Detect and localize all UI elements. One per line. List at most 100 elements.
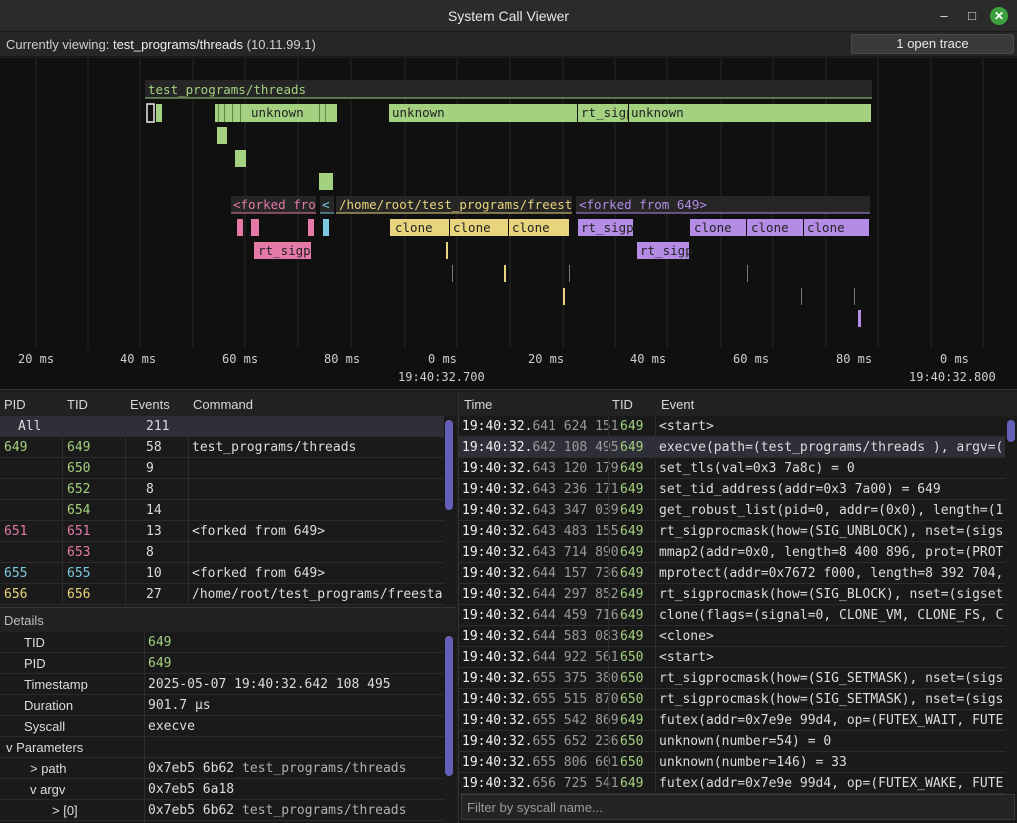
event-row[interactable]: 19:40:32.656 725 541 649 futex(addr=0x7e9e…	[459, 773, 1005, 794]
event-time-prefix: 19:40:32.	[462, 755, 533, 770]
event-tid: 649	[620, 461, 644, 476]
event-tid: 650	[620, 755, 644, 770]
details-scroll-thumb[interactable]	[445, 636, 453, 776]
col-time[interactable]: Time	[464, 397, 492, 412]
col-command[interactable]: Command	[193, 397, 253, 412]
tid-cell: 655	[67, 566, 91, 581]
detail-row[interactable]: > path 0x7eb5 6b62 test_programs/threads	[0, 758, 444, 779]
col-pid[interactable]: PID	[4, 397, 26, 412]
syscall-filter-input[interactable]	[461, 794, 1015, 820]
process-row[interactable]: All 211	[0, 416, 444, 437]
timeline-timestamp: 19:40:32.700	[398, 370, 485, 384]
timeline-canvas[interactable]: test_programs/threads unknown unknown rt…	[0, 58, 1017, 390]
detail-row[interactable]: v Parameters	[0, 737, 444, 758]
minimize-icon[interactable]: –	[935, 7, 953, 25]
event-row[interactable]: 19:40:32.655 515 870 650 rt_sigprocmask(ho…	[459, 689, 1005, 710]
events-scroll-thumb[interactable]	[1007, 420, 1015, 442]
events-table-header: Time TID Event	[459, 392, 1017, 416]
event-time-prefix: 19:40:32.	[462, 776, 533, 791]
event-row[interactable]: 19:40:32.644 459 716 649 clone(flags=(sign…	[459, 605, 1005, 626]
event-row[interactable]: 19:40:32.642 108 495 649 execve(path=(test…	[459, 437, 1005, 458]
group-label-655: <	[322, 197, 330, 212]
timeline[interactable]: test_programs/threads unknown unknown rt…	[0, 58, 1017, 390]
command-cell: <forked from 649>	[192, 524, 326, 539]
process-table-scroll-thumb[interactable]	[445, 420, 453, 510]
group-label-forked-649: <forked from 649>	[579, 197, 707, 212]
col-tid[interactable]: TID	[67, 397, 88, 412]
event-row[interactable]: 19:40:32.644 583 083 649 <clone>	[459, 626, 1005, 647]
event-row[interactable]: 19:40:32.643 483 155 649 rt_sigprocmask(ho…	[459, 521, 1005, 542]
process-row[interactable]: 650 9	[0, 458, 444, 479]
detail-row[interactable]: v argv 0x7eb5 6a18	[0, 779, 444, 800]
command-cell: <forked from 649>	[192, 566, 326, 581]
col-event-tid[interactable]: TID	[612, 397, 633, 412]
event-row[interactable]: 19:40:32.643 236 171 649 set_tid_address(a…	[459, 479, 1005, 500]
event-text: clone(flags=(signal=0, CLONE_VM, CLONE_F…	[659, 608, 1003, 623]
process-row[interactable]: 656 656 27/home/root/test_programs/freesta…	[0, 584, 444, 605]
detail-value: 649	[148, 656, 172, 671]
event-time: 19:40:32.643 120 179	[462, 461, 619, 476]
maximize-icon[interactable]: □	[963, 7, 981, 25]
process-row[interactable]: 649 649 58 test_programs/threads	[0, 437, 444, 458]
detail-value: 901.7 µs	[148, 698, 211, 713]
process-table[interactable]: PID TID Events Command All 211 649 649 58 tes…	[0, 392, 456, 605]
detail-row: Timestamp 2025-05-07 19:40:32.642 108 495	[0, 674, 444, 695]
event-text: <start>	[659, 419, 714, 434]
event-time: 19:40:32.644 583 083	[462, 629, 619, 644]
event-row[interactable]: 19:40:32.643 347 039 649 get_robust_list(p…	[459, 500, 1005, 521]
events-cell: 27	[146, 587, 162, 602]
event-time-suffix: 655 806 601	[532, 755, 619, 770]
event-tid: 649	[620, 545, 644, 560]
bar-label: rt_sigp	[258, 243, 311, 258]
selected-event-marker[interactable]	[146, 103, 155, 123]
event-row[interactable]: 19:40:32.641 624 151 649 <start>	[459, 416, 1005, 437]
thread-row-649[interactable]: unknown unknown rt_sigp unknown	[146, 103, 871, 123]
thread-row-650[interactable]	[217, 127, 227, 144]
viewing-prefix: Currently viewing:	[6, 37, 110, 52]
col-event[interactable]: Event	[661, 397, 694, 412]
event-text: set_tid_address(addr=0x3 7a00) = 649	[659, 482, 941, 497]
col-events[interactable]: Events	[130, 397, 170, 412]
tid-cell: 656	[67, 587, 91, 602]
event-row[interactable]: 19:40:32.655 542 869 649 futex(addr=0x7e9e…	[459, 710, 1005, 731]
event-tid: 649	[620, 440, 644, 455]
detail-key: > [0]	[52, 803, 78, 818]
event-row[interactable]: 19:40:32.643 120 179 649 set_tls(val=0x3 7…	[459, 458, 1005, 479]
events-scrollbar[interactable]	[1006, 416, 1016, 791]
event-row[interactable]: 19:40:32.644 922 561 650 <start>	[459, 647, 1005, 668]
process-row[interactable]: 655 655 10 <forked from 649>	[0, 563, 444, 584]
thread-row-652[interactable]	[235, 150, 246, 167]
process-row[interactable]: 652 8	[0, 479, 444, 500]
process-table-header: PID TID Events Command	[0, 392, 456, 416]
group-label-656: /home/root/test_programs/freest	[339, 197, 572, 212]
detail-row[interactable]: > [0] 0x7eb5 6b62 test_programs/threads	[0, 800, 444, 821]
thread-row-654[interactable]	[319, 173, 333, 190]
event-row[interactable]: 19:40:32.644 297 852 649 rt_sigprocmask(ho…	[459, 584, 1005, 605]
event-time-suffix: 643 483 155	[532, 524, 619, 539]
events-table[interactable]: Time TID Event 19:40:32.641 624 151 649 <s…	[458, 392, 1017, 823]
event-tid: 649	[620, 713, 644, 728]
event-row[interactable]: 19:40:32.655 375 380 650 rt_sigprocmask(ho…	[459, 668, 1005, 689]
process-row[interactable]: 651 651 13 <forked from 649>	[0, 521, 444, 542]
detail-address: 0x7eb5 6a18	[148, 782, 235, 797]
tick-label: 40 ms	[120, 352, 156, 366]
process-row[interactable]: 654 14	[0, 500, 444, 521]
detail-value: 0x7eb5 6a18	[148, 782, 440, 797]
process-row[interactable]: 653 8	[0, 542, 444, 563]
events-cell: 8	[146, 545, 154, 560]
event-time-prefix: 19:40:32.	[462, 566, 533, 581]
event-row[interactable]: 19:40:32.643 714 890 649 mmap2(addr=0x0, l…	[459, 542, 1005, 563]
event-row[interactable]: 19:40:32.655 806 601 650 unknown(number=14…	[459, 752, 1005, 773]
detail-row: TID 649	[0, 632, 444, 653]
tick-label: 20 ms	[18, 352, 54, 366]
event-tid: 649	[620, 503, 644, 518]
event-row[interactable]: 19:40:32.644 157 736 649 mprotect(addr=0x7…	[459, 563, 1005, 584]
events-cell: 10	[146, 566, 162, 581]
event-time: 19:40:32.655 515 870	[462, 692, 619, 707]
close-icon[interactable]: ✕	[990, 7, 1008, 25]
open-trace-button[interactable]: 1 open trace	[851, 34, 1014, 54]
event-time-suffix: 642 108 495	[532, 440, 619, 455]
event-row[interactable]: 19:40:32.655 652 236 650 unknown(number=54…	[459, 731, 1005, 752]
event-time-prefix: 19:40:32.	[462, 503, 533, 518]
pid-cell: 655	[4, 566, 28, 581]
